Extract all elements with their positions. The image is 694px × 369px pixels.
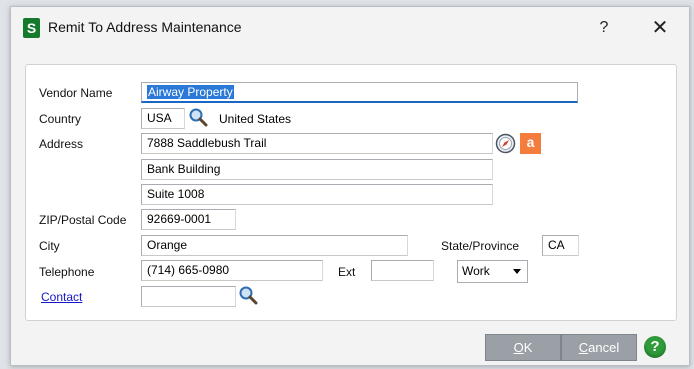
- city-field[interactable]: Orange: [141, 235, 408, 256]
- contact-link[interactable]: Contact: [41, 290, 82, 304]
- phone-type-value: Work: [462, 264, 490, 278]
- address-line-2-field[interactable]: Bank Building: [141, 159, 493, 180]
- ok-accelerator: O: [513, 340, 524, 355]
- ext-field[interactable]: [371, 260, 434, 281]
- vendor-name-field[interactable]: Airway Property: [141, 82, 578, 103]
- close-button[interactable]: ✕: [647, 15, 673, 41]
- amazon-icon: a: [526, 134, 535, 150]
- country-name: United States: [219, 112, 292, 126]
- address-line-3-field[interactable]: Suite 1008: [141, 184, 493, 205]
- ext-label: Ext: [338, 265, 356, 279]
- address-line-1-field[interactable]: 7888 Saddlebush Trail: [141, 133, 493, 154]
- cancel-accelerator: C: [578, 340, 589, 355]
- telephone-field[interactable]: (714) 665-0980: [141, 260, 323, 281]
- contact-lookup-magnifier-icon[interactable]: [238, 285, 258, 305]
- cancel-button[interactable]: Cancel: [561, 334, 637, 361]
- zip-field[interactable]: 92669-0001: [141, 209, 236, 230]
- sage-app-icon: S: [23, 18, 40, 38]
- cancel-label-rest: ancel: [588, 340, 620, 355]
- phone-type-select[interactable]: Work: [457, 260, 528, 283]
- telephone-label: Telephone: [39, 265, 95, 279]
- address-label: Address: [39, 137, 84, 151]
- ok-label-rest: K: [523, 340, 533, 355]
- ok-button[interactable]: OK: [485, 334, 561, 361]
- country-lookup-magnifier-icon[interactable]: [188, 107, 208, 127]
- vendor-name-label: Vendor Name: [39, 86, 113, 100]
- zip-label: ZIP/Postal Code: [39, 213, 127, 227]
- chevron-down-icon: [513, 269, 521, 274]
- state-field[interactable]: CA: [542, 235, 579, 256]
- contact-field[interactable]: [141, 286, 236, 307]
- remit-to-address-dialog: S Remit To Address Maintenance ? ✕ Vendo…: [10, 6, 690, 366]
- country-label: Country: [39, 112, 82, 126]
- title-bar: S Remit To Address Maintenance ? ✕: [11, 7, 689, 49]
- address-validation-compass-icon[interactable]: [495, 133, 516, 154]
- city-label: City: [39, 239, 60, 253]
- window-title: Remit To Address Maintenance: [48, 19, 242, 35]
- title-help-button[interactable]: ?: [591, 15, 617, 41]
- help-icon[interactable]: ?: [644, 336, 666, 358]
- amazon-address-button[interactable]: a: [520, 133, 541, 154]
- form-panel: Vendor Name Airway Property Country USA …: [25, 64, 677, 321]
- vendor-name-value: Airway Property: [147, 85, 234, 99]
- state-label: State/Province: [441, 239, 520, 253]
- country-code-field[interactable]: USA: [141, 108, 185, 129]
